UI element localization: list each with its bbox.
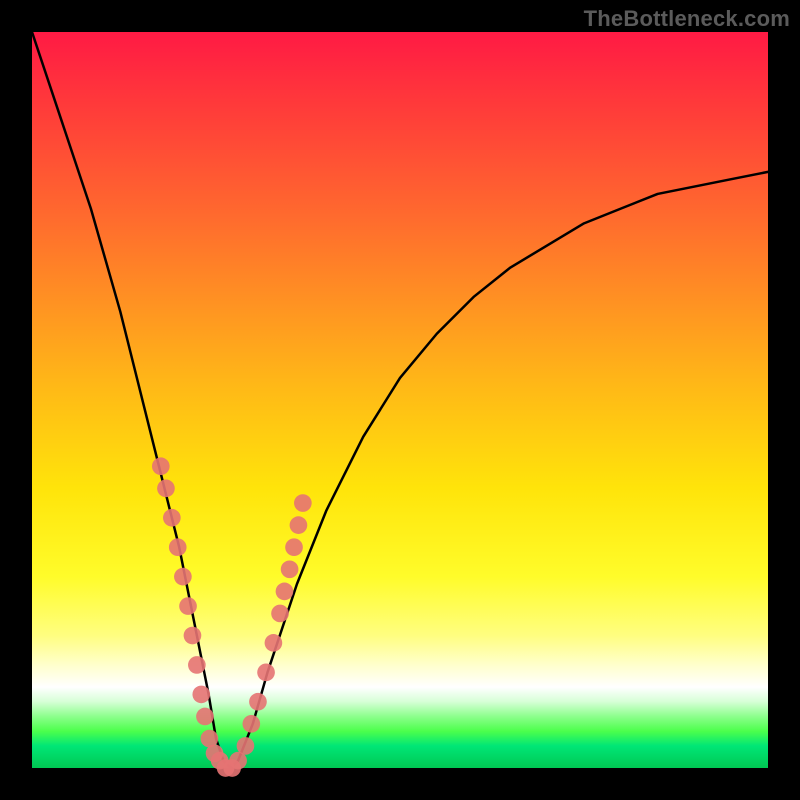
data-marker — [152, 457, 170, 475]
data-marker — [192, 686, 210, 704]
data-marker — [281, 560, 299, 578]
watermark-text: TheBottleneck.com — [584, 6, 790, 32]
data-marker — [179, 597, 197, 615]
data-marker — [174, 568, 192, 586]
bottleneck-curve — [32, 32, 768, 768]
data-marker — [276, 583, 294, 601]
data-marker — [169, 538, 187, 556]
data-marker — [265, 634, 283, 652]
chart-frame: TheBottleneck.com — [0, 0, 800, 800]
data-marker — [184, 627, 202, 645]
data-marker — [237, 737, 255, 755]
data-marker — [163, 509, 181, 527]
chart-svg — [32, 32, 768, 768]
data-marker — [271, 605, 289, 623]
data-marker — [285, 538, 303, 556]
data-marker — [196, 708, 214, 726]
data-marker — [290, 516, 308, 534]
data-marker — [157, 479, 175, 497]
data-marker — [243, 715, 261, 733]
plot-area — [32, 32, 768, 768]
data-marker — [249, 693, 267, 711]
data-marker — [188, 656, 206, 674]
data-marker — [257, 663, 275, 681]
data-marker — [294, 494, 312, 512]
